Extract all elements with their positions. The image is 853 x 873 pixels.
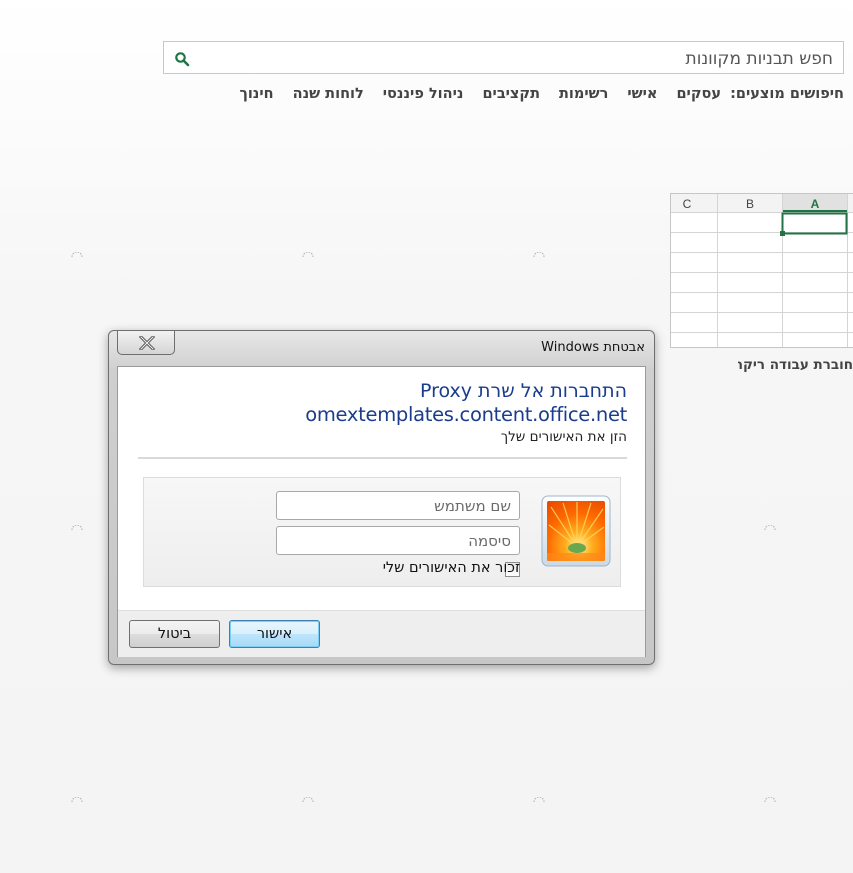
suggested-searches: חיפושים מוצעים: עסקים אישי רשימות תקציבים ני… xyxy=(220,86,844,102)
password-field[interactable] xyxy=(276,526,520,555)
dialog-heading: התחברות אל שרת Proxy xyxy=(419,380,627,402)
remember-credentials-label[interactable]: זכור את האישורים שלי xyxy=(383,560,520,576)
dialog-instruction: הזן את האישורים שלך xyxy=(500,429,627,445)
blank-workbook-thumbnail[interactable]: A B C xyxy=(670,193,853,348)
suggested-link-budgets[interactable]: תקציבים xyxy=(482,86,540,102)
windows-security-dialog: אבטחת Windows התחברות אל שרת Proxy omext… xyxy=(108,330,655,665)
close-icon xyxy=(139,336,155,350)
credential-tile: זכור את האישורים שלי xyxy=(143,477,621,587)
search-icon[interactable] xyxy=(174,51,190,67)
loading-spinner-icon xyxy=(302,252,314,258)
suggested-link-personal[interactable]: אישי xyxy=(627,86,657,102)
suggested-link-education[interactable]: חינוך xyxy=(239,86,273,102)
user-picture-icon xyxy=(541,495,611,567)
proxy-server-name: omextemplates.content.office.net xyxy=(305,403,627,426)
dialog-title: אבטחת Windows xyxy=(541,340,645,355)
suggested-link-financial[interactable]: ניהול פיננסי xyxy=(383,86,464,102)
template-search-box[interactable] xyxy=(163,41,844,74)
close-button[interactable] xyxy=(117,331,175,355)
dialog-content: התחברות אל שרת Proxy omextemplates.conte… xyxy=(117,366,646,657)
loading-spinner-icon xyxy=(302,797,314,803)
loading-spinner-icon xyxy=(71,797,83,803)
loading-spinner-icon xyxy=(764,525,776,531)
suggested-searches-label: חיפושים מוצעים: xyxy=(730,86,844,102)
username-field[interactable] xyxy=(276,491,520,520)
dialog-footer: אישור ביטול xyxy=(118,610,645,657)
loading-spinner-icon xyxy=(533,797,545,803)
column-header-b: B xyxy=(746,197,754,211)
ok-button[interactable]: אישור xyxy=(229,620,320,648)
column-header-a: A xyxy=(811,197,820,211)
suggested-link-lists[interactable]: רשימות xyxy=(559,86,608,102)
suggested-link-business[interactable]: עסקים xyxy=(676,86,721,102)
suggested-link-calendars[interactable]: לוחות שנה xyxy=(293,86,364,102)
divider xyxy=(138,457,627,459)
column-header-c: C xyxy=(683,197,692,211)
blank-workbook-label[interactable]: חוברת עבודה ריקה xyxy=(738,357,853,373)
loading-spinner-icon xyxy=(71,252,83,258)
loading-spinner-icon xyxy=(71,525,83,531)
loading-spinner-icon xyxy=(764,797,776,803)
loading-spinner-icon xyxy=(533,252,545,258)
search-input[interactable] xyxy=(211,45,835,72)
cancel-button[interactable]: ביטול xyxy=(129,620,220,648)
